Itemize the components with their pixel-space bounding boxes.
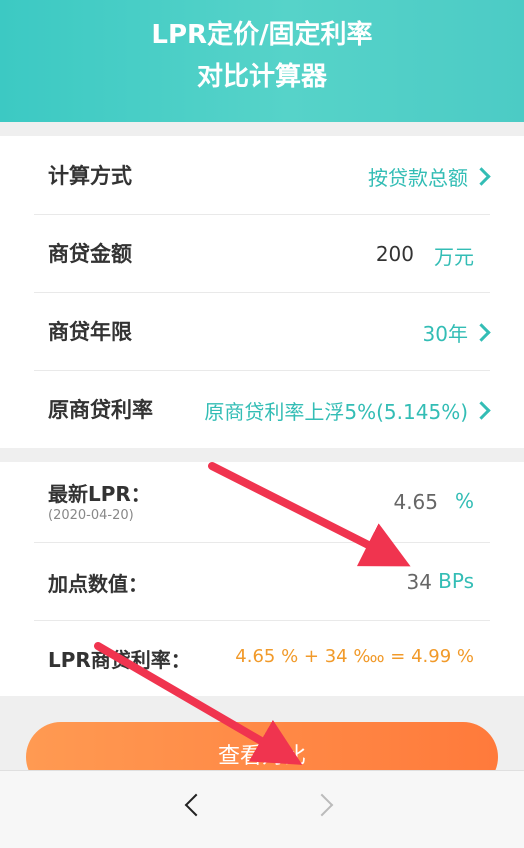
original-rate-label: 原商贷利率 [48, 398, 153, 422]
loan-term-label: 商贷年限 [48, 320, 132, 344]
calc-method-row[interactable]: 计算方式 按贷款总额 [34, 136, 491, 215]
latest-lpr-label: 最新LPR： [48, 482, 151, 506]
lpr-rate-value: 4.65 % + 34 ‱ = 4.99 % [235, 646, 474, 667]
loan-term-value: 30年 [422, 322, 468, 346]
loan-amount-row[interactable]: 商贷金额 200 万元 [34, 214, 490, 293]
chevron-right-icon [310, 793, 334, 817]
bps-unit: BPs [438, 569, 474, 593]
original-rate-value: 原商贷利率上浮5%(5.145%) [204, 400, 468, 424]
header: LPR定价/固定利率 对比计算器 [0, 0, 524, 122]
latest-lpr-value: 4.65 [393, 490, 438, 514]
page-title: LPR定价/固定利率 [151, 20, 373, 50]
calc-method-label: 计算方式 [48, 164, 132, 188]
latest-lpr-unit: % [454, 489, 474, 513]
bps-row[interactable]: 加点数值： 34 BPs [34, 542, 490, 621]
loan-amount-unit: 万元 [434, 245, 474, 269]
browser-nav-bar [0, 770, 524, 848]
loan-amount-label: 商贷金额 [48, 242, 132, 266]
page-subtitle: 对比计算器 [196, 62, 327, 92]
chevron-left-icon[interactable] [184, 793, 208, 817]
chevron-right-icon [472, 323, 491, 342]
calc-method-value: 按贷款总额 [368, 166, 468, 190]
lpr-rate-row: LPR商贷利率： 4.65 % + 34 ‱ = 4.99 % [34, 620, 490, 696]
latest-lpr-row: 最新LPR： (2020-04-20) 4.65 % [34, 462, 490, 543]
loan-amount-input[interactable]: 200 [376, 242, 414, 266]
chevron-right-icon [472, 401, 491, 420]
chevron-right-icon [472, 167, 491, 186]
lpr-card: 最新LPR： (2020-04-20) 4.65 % 加点数值： 34 BPs … [0, 462, 524, 696]
lpr-rate-label: LPR商贷利率： [48, 648, 191, 672]
bps-input[interactable]: 34 [407, 570, 432, 594]
bps-label: 加点数值： [48, 572, 148, 596]
loan-settings-card: 计算方式 按贷款总额 商贷金额 200 万元 商贷年限 30年 原商贷利率 原商… [0, 136, 524, 448]
loan-term-row[interactable]: 商贷年限 30年 [34, 292, 491, 371]
original-rate-row[interactable]: 原商贷利率 原商贷利率上浮5%(5.145%) [34, 370, 491, 448]
latest-lpr-date: (2020-04-20) [48, 508, 134, 523]
